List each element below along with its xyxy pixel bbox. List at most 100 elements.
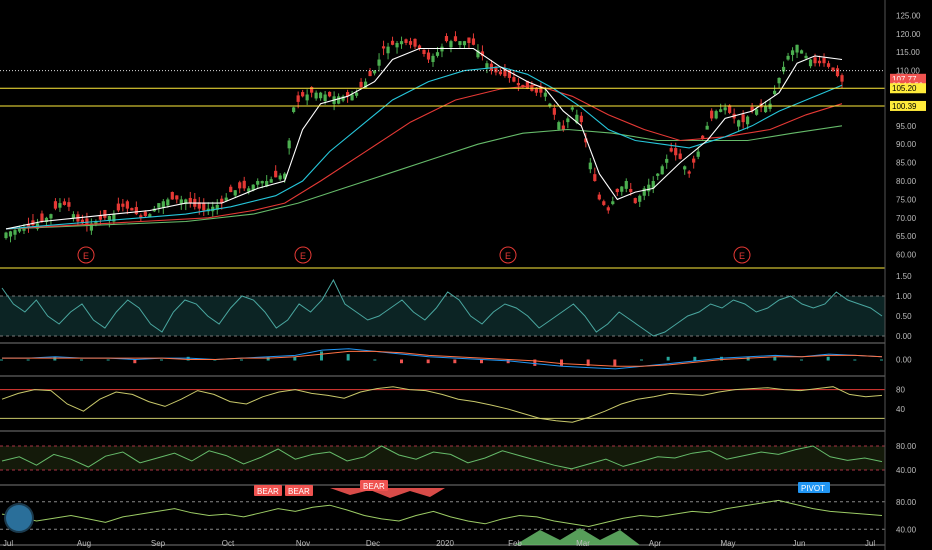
candle-body — [377, 59, 381, 66]
macd-histogram-bar — [160, 359, 163, 361]
price-label-text: 100.39 — [892, 102, 917, 111]
candle-body — [602, 201, 606, 205]
candle-body — [161, 201, 165, 208]
pane-tick-label: 0.00 — [896, 332, 912, 341]
chart-canvas[interactable]: E E E E BEAR BEAR PIVOT BEAR 125.00 120.00 115.0… — [0, 0, 932, 550]
candle-body — [822, 57, 826, 64]
price-tick-label: 75.00 — [896, 195, 917, 204]
candle-body — [723, 107, 727, 111]
candle-body — [462, 41, 467, 46]
candle-body — [233, 190, 237, 196]
candle-body — [116, 203, 120, 211]
candle-body — [426, 52, 431, 60]
candle-body — [157, 203, 161, 208]
candle-body — [817, 60, 822, 64]
sma-longest-line — [5, 125, 843, 230]
candle-body — [557, 122, 561, 130]
candle-body — [835, 68, 840, 77]
macd-histogram-bar — [106, 359, 110, 361]
candle-body — [386, 46, 390, 54]
candle-body — [4, 232, 8, 239]
sma-short-line — [5, 47, 843, 230]
candle-body — [449, 41, 453, 48]
x-tick-label: Sep — [151, 539, 166, 548]
candle-body — [274, 170, 278, 178]
candle-body — [777, 77, 781, 84]
candle-body — [305, 94, 309, 101]
candle-body — [188, 197, 192, 204]
candle-body — [624, 181, 628, 189]
macd-histogram-bar — [453, 359, 457, 364]
macd-histogram-bar — [560, 359, 563, 366]
candle-body — [669, 148, 673, 152]
candle-body — [786, 55, 790, 60]
candle-body — [121, 203, 125, 207]
candle-body — [413, 38, 417, 47]
candle-body — [741, 114, 745, 123]
earnings-marker-label: E — [505, 251, 511, 261]
candle-body — [49, 214, 53, 219]
candle-body — [620, 186, 624, 192]
price-tick-label: 85.00 — [896, 159, 917, 168]
macd-histogram-bar — [80, 359, 83, 361]
macd-histogram-bar — [640, 359, 643, 361]
candle-body — [301, 92, 305, 97]
candle-body — [404, 39, 408, 43]
chart-window: { "chart_data": { "type": "candlestick",… — [0, 0, 932, 550]
flow-line — [1, 499, 883, 528]
candle-body — [260, 181, 264, 184]
earnings-marker-label: E — [83, 251, 89, 261]
pane-tick-label: 40 — [896, 405, 905, 414]
platform-logo-icon[interactable] — [6, 505, 32, 531]
macd-histogram-bar — [693, 356, 697, 361]
candle-body — [390, 40, 395, 45]
pane-tick-label: 40.00 — [896, 466, 917, 475]
candle-body — [431, 55, 435, 63]
macd-histogram-bar — [373, 359, 377, 361]
signal-label-text: PIVOT — [801, 484, 825, 493]
candle-body — [611, 201, 615, 205]
macd-histogram-bar — [880, 359, 883, 361]
candle-body — [17, 228, 22, 232]
candle-body — [256, 181, 260, 185]
macd-histogram-bar — [613, 359, 617, 366]
candle-body — [826, 63, 831, 67]
candle-body — [422, 49, 426, 55]
candle-body — [804, 55, 808, 59]
candle-body — [238, 182, 242, 189]
candle-body — [408, 41, 413, 45]
macd-signal-line — [2, 350, 883, 367]
stoch-line — [1, 386, 883, 423]
candle-body — [795, 44, 799, 53]
candle-body — [103, 209, 107, 218]
candle-body — [399, 41, 404, 45]
candle-body — [755, 109, 759, 115]
candle-body — [58, 203, 62, 208]
x-tick-label: Feb — [508, 539, 522, 548]
x-tick-label: Mar — [576, 539, 590, 548]
price-tick-label: 115.00 — [896, 48, 920, 57]
pane-tick-label: 80.00 — [896, 442, 917, 451]
candle-body — [638, 195, 642, 202]
candle-body — [381, 46, 386, 49]
candle-body — [790, 50, 795, 55]
candle-body — [737, 120, 741, 127]
candle-body — [647, 184, 651, 192]
candle-body — [292, 107, 296, 113]
candle-body — [633, 198, 637, 204]
candle-body — [588, 162, 592, 170]
x-tick-label: Apr — [649, 539, 662, 548]
pane-tick-label: 1.00 — [896, 292, 912, 301]
candle-body — [242, 180, 246, 189]
candle-body — [674, 148, 678, 156]
candle-body — [319, 92, 323, 99]
candle-body — [615, 188, 619, 193]
price-tick-label: 60.00 — [896, 251, 917, 260]
macd-histogram-bar — [26, 359, 30, 361]
price-tick-label: 90.00 — [896, 140, 917, 149]
candle-body — [808, 59, 813, 67]
candle-body — [840, 75, 844, 82]
price-tick-label: 70.00 — [896, 214, 917, 223]
x-tick-label: Jul — [3, 539, 13, 548]
candle-body — [516, 83, 520, 86]
